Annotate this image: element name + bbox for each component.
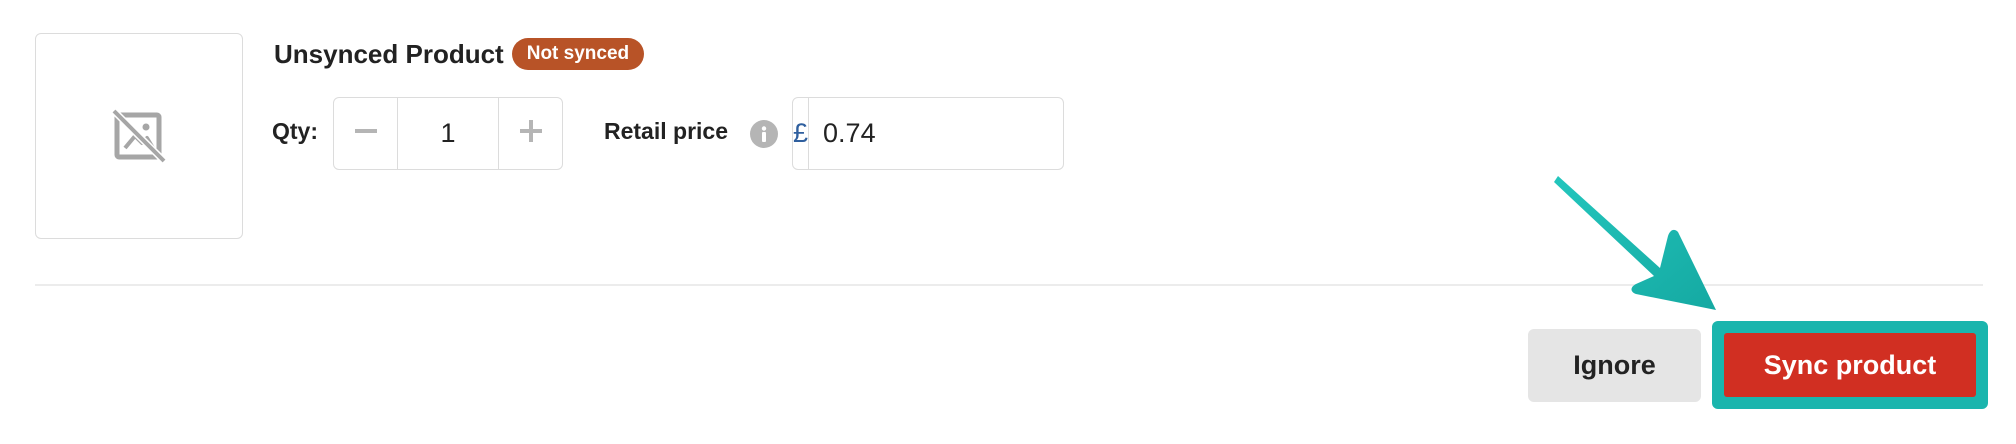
plus-icon (519, 120, 542, 147)
qty-label: Qty: (272, 118, 318, 144)
retail-price-label: Retail price (604, 118, 728, 144)
sync-product-button[interactable]: Sync product (1724, 333, 1976, 397)
decrement-button[interactable] (334, 98, 397, 169)
product-name: Unsynced Product (274, 38, 504, 69)
retail-price-field: £ (792, 97, 1064, 170)
retail-price-input[interactable] (809, 98, 1063, 169)
quantity-input[interactable]: 1 (397, 98, 499, 169)
currency-symbol: £ (793, 98, 810, 169)
sync-product-card: Unsynced Product Not synced Qty: 1 Retai… (0, 0, 2016, 444)
status-badge: Not synced (511, 38, 645, 70)
increment-button[interactable] (499, 98, 562, 169)
quantity-stepper: 1 (333, 97, 563, 170)
info-icon[interactable] (750, 120, 778, 148)
pointer-arrow-icon (1554, 176, 1716, 310)
ignore-button[interactable]: Ignore (1528, 329, 1701, 402)
product-title-row: Unsynced Product Not synced (274, 36, 645, 72)
product-thumbnail (35, 33, 243, 239)
image-unavailable-icon (111, 108, 167, 164)
minus-icon (354, 120, 377, 147)
